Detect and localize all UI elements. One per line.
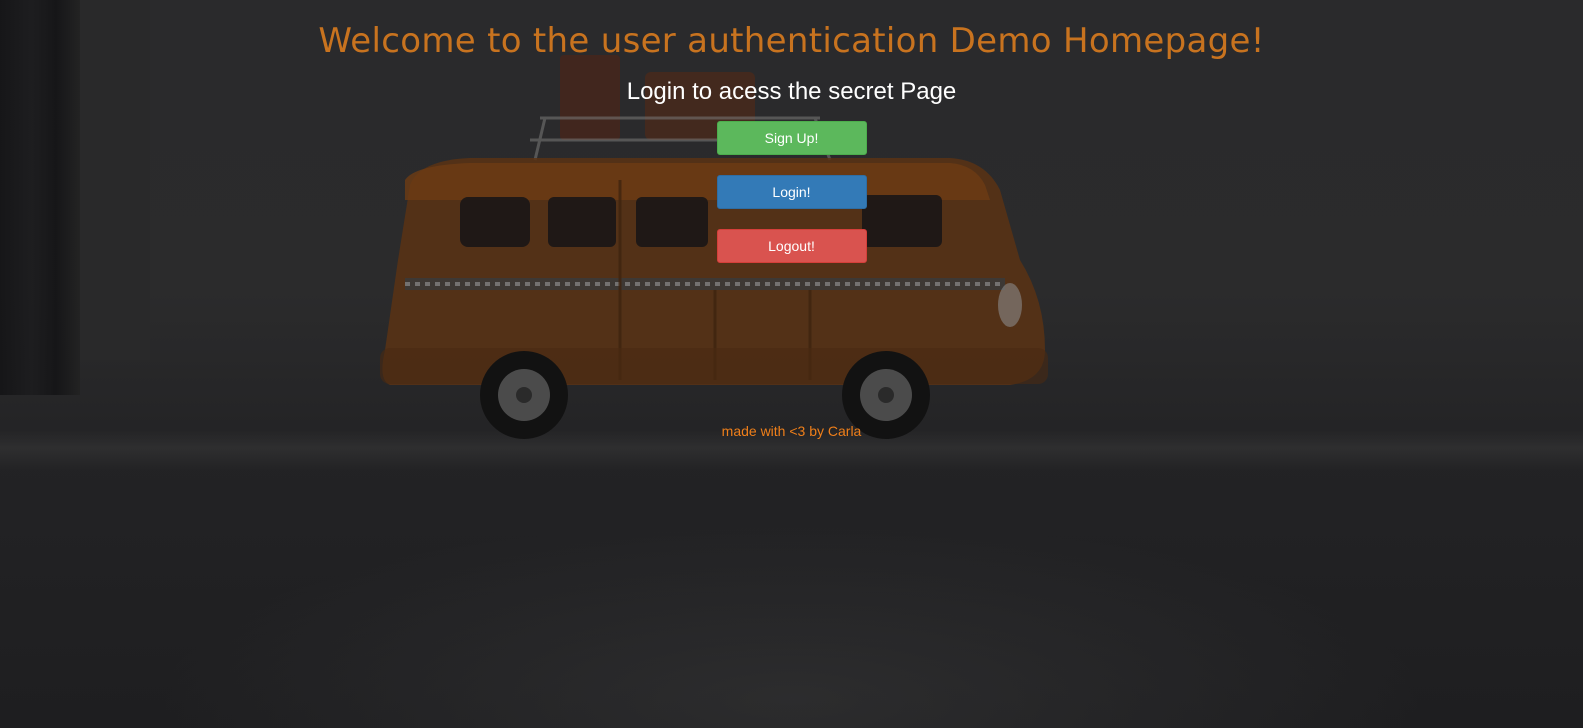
page: Welcome to the user authentication Demo … xyxy=(0,0,1583,728)
footer-credit: made with <3 by Carla xyxy=(721,423,862,439)
page-title: Welcome to the user authentication Demo … xyxy=(318,21,1265,61)
login-button[interactable]: Login! xyxy=(716,175,867,209)
page-subtitle: Login to acess the secret Page xyxy=(626,78,957,105)
logout-button[interactable]: Logout! xyxy=(716,229,867,263)
signup-button[interactable]: Sign Up! xyxy=(716,121,867,155)
main-content: Welcome to the user authentication Demo … xyxy=(0,0,1583,439)
